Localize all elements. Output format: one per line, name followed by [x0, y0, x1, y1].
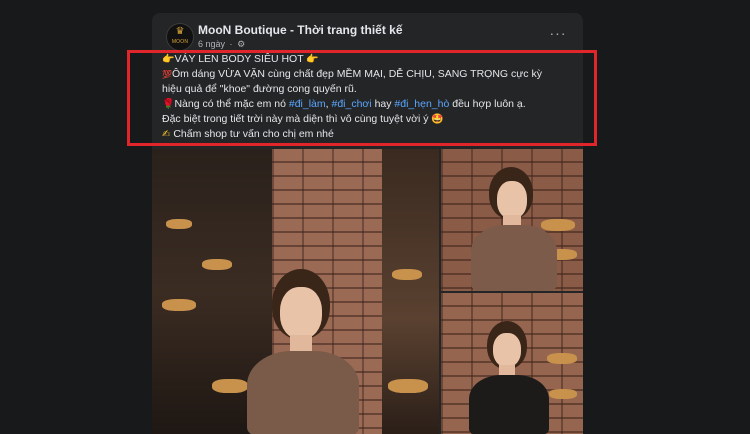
more-options-icon[interactable]: ···: [546, 24, 570, 44]
bread-decor: [162, 299, 196, 311]
bread-decor: [166, 219, 192, 229]
model-face: [497, 181, 527, 219]
model-face: [280, 287, 322, 339]
bread-decor: [541, 219, 575, 231]
bread-decor: [549, 389, 577, 399]
bread-decor: [202, 259, 232, 270]
page-name-link[interactable]: MooN Boutique - Thời trang thiết kế: [198, 23, 403, 37]
bread-decor: [547, 353, 577, 364]
post-meta: 6 ngày · ⚙: [198, 39, 245, 50]
avatar[interactable]: ♛ MOON: [166, 23, 194, 51]
bread-decor: [388, 379, 428, 393]
highlight-box: [127, 50, 597, 146]
model-dress-brown: [471, 225, 557, 291]
model-dress-black: [469, 375, 549, 434]
model-dress-brown: [247, 351, 359, 434]
post-timestamp[interactable]: 6 ngày: [198, 39, 225, 49]
photo-bottom-right[interactable]: [441, 293, 583, 434]
post-photos: [152, 149, 583, 434]
photo-top-right[interactable]: [441, 149, 583, 291]
crown-icon: ♛: [175, 26, 185, 37]
meta-separator: ·: [229, 39, 233, 49]
bread-decor: [212, 379, 248, 393]
photo-main[interactable]: [152, 149, 439, 434]
model-face: [493, 333, 521, 367]
audience-gear-icon[interactable]: ⚙: [237, 39, 245, 49]
bread-decor: [392, 269, 422, 280]
avatar-logo-text: MOON: [171, 39, 189, 45]
